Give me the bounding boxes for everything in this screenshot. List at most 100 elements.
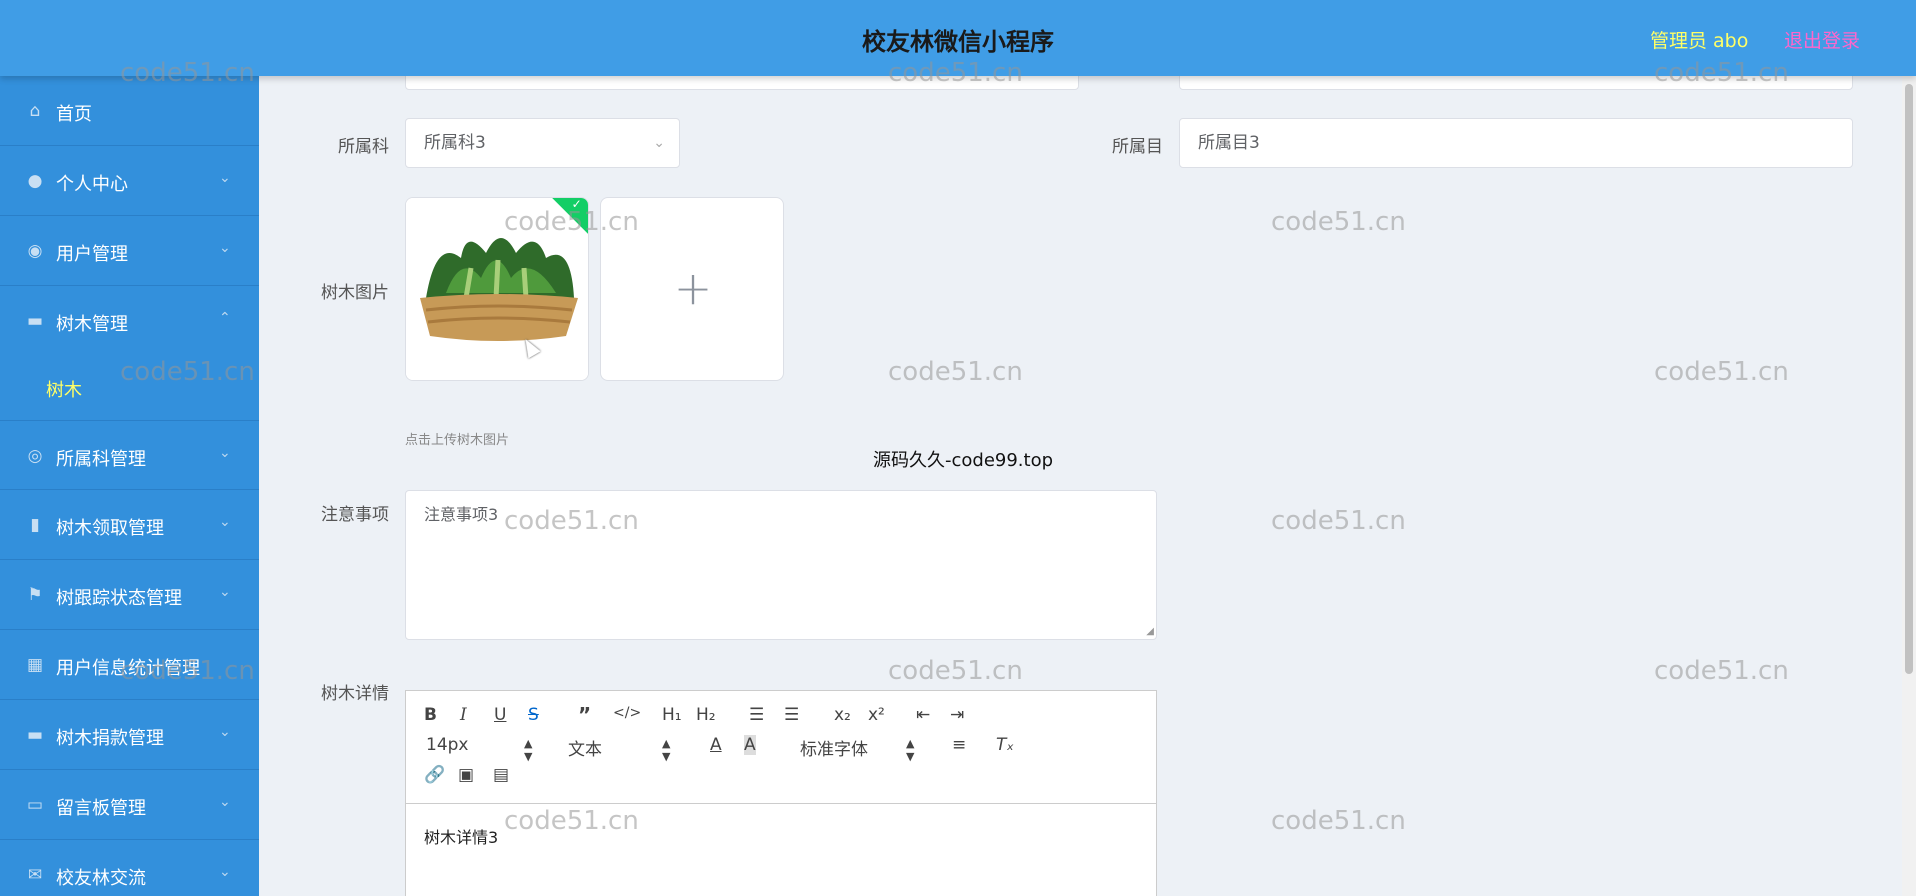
superscript-icon[interactable]: x²	[868, 705, 885, 725]
indent-icon[interactable]: ⇥	[950, 705, 964, 725]
check-icon: ✓	[571, 197, 582, 212]
select-caret-icon: ▲ ▼	[906, 737, 915, 763]
sidebar-item-label: 树木管理	[56, 314, 128, 335]
app-title: 校友林微信小程序	[862, 28, 1054, 56]
notes-textarea[interactable]: 注意事项3 ◢	[405, 490, 1157, 640]
tree-image	[406, 198, 588, 380]
page-scrollbar[interactable]	[1902, 76, 1916, 896]
order-input[interactable]: 所属目3	[1179, 118, 1853, 168]
sidebar-item-personal-center[interactable]: ● 个人中心 ⌄	[0, 146, 259, 216]
chevron-down-icon: ⌄	[219, 514, 231, 530]
sidebar-item-tree-tracking[interactable]: ⚑ 树跟踪状态管理 ⌄	[0, 560, 259, 630]
subscript-icon[interactable]: x₂	[834, 705, 851, 725]
family-select[interactable]: 所属科3 ⌄	[405, 118, 680, 168]
chevron-down-icon: ⌄	[219, 170, 231, 186]
monitor-icon: ▬	[26, 725, 44, 745]
sidebar-item-tree-manage[interactable]: ▬ 树木管理 ⌃	[0, 286, 259, 356]
blockquote-icon[interactable]: ”	[578, 703, 591, 727]
compass-icon: ◎	[27, 446, 43, 466]
form-panel: 所属科 所属科3 ⌄ 所属目 所属目3 树木图片 ✓ + 点击上传树木图片 注意…	[289, 56, 1865, 896]
upload-add-button[interactable]: +	[600, 197, 784, 381]
sidebar-item-label: 树木领取管理	[56, 518, 164, 539]
sidebar-item-label: 树跟踪状态管理	[56, 588, 182, 609]
link-icon[interactable]: 🔗	[424, 765, 445, 785]
video-icon[interactable]: ▤	[493, 765, 509, 785]
sidebar-item-label: 用户管理	[56, 244, 128, 265]
outdent-icon[interactable]: ⇤	[916, 705, 930, 725]
chat-icon: ▬	[26, 311, 44, 331]
chevron-down-icon: ⌄	[219, 724, 231, 740]
bar-chart-icon: ▮	[30, 515, 40, 535]
rich-text-editor: B I U S ” </> H₁ H₂ ☰ ☰ x₂ x² ⇤ ⇥ 14px ▲…	[405, 690, 1157, 896]
chevron-up-icon: ⌃	[219, 310, 231, 326]
editor-toolbar: B I U S ” </> H₁ H₂ ☰ ☰ x₂ x² ⇤ ⇥ 14px ▲…	[406, 691, 1156, 804]
sidebar-subitem-tree[interactable]: 树木	[0, 356, 259, 420]
sidebar-subitem-label: 树木	[46, 380, 82, 401]
sidebar-item-label: 校友林交流	[56, 868, 146, 889]
message-icon: ▭	[26, 795, 44, 815]
person-icon: ●	[27, 171, 43, 191]
sidebar-item-label: 个人中心	[56, 174, 128, 195]
scrollbar-thumb[interactable]	[1905, 84, 1913, 674]
bold-icon[interactable]: B	[424, 705, 437, 725]
image-label: 树木图片	[321, 283, 389, 303]
underline-icon[interactable]: U	[494, 705, 506, 725]
source-banner: 源码久久-code99.top	[873, 450, 1054, 471]
font-size-select[interactable]: 14px	[426, 735, 468, 755]
top-header: 校友林微信小程序 管理员 abo 退出登录	[0, 0, 1916, 76]
sidebar: ⌂ 首页 ● 个人中心 ⌄ ◉ 用户管理 ⌄ ▬ 树木管理 ⌃ 树木 ◎ 所属科…	[0, 76, 259, 896]
format-select[interactable]: 文本	[568, 735, 602, 760]
resize-handle-icon[interactable]: ◢	[1146, 626, 1154, 637]
chevron-down-icon: ⌄	[219, 794, 231, 810]
grid-icon: ▦	[26, 655, 44, 675]
sidebar-item-home[interactable]: ⌂ 首页	[0, 76, 259, 146]
sidebar-item-label: 所属科管理	[56, 449, 146, 470]
user-manage-icon: ◉	[27, 241, 43, 261]
align-icon[interactable]: ≡	[952, 735, 966, 755]
sidebar-item-label: 用户信息统计管理	[56, 658, 200, 679]
select-caret-icon: ▲ ▼	[662, 737, 671, 763]
sidebar-item-label: 留言板管理	[56, 798, 146, 819]
family-select-value: 所属科3	[424, 133, 486, 153]
chevron-down-icon: ⌄	[219, 240, 231, 256]
upload-hint: 点击上传树木图片	[405, 433, 510, 448]
clear-format-icon[interactable]: Tₓ	[996, 735, 1014, 755]
select-caret-icon: ▲ ▼	[524, 737, 533, 763]
header2-icon[interactable]: H₂	[696, 705, 716, 725]
font-color-icon[interactable]: A	[710, 735, 722, 755]
main-area: 所属科 所属科3 ⌄ 所属目 所属目3 树木图片 ✓ + 点击上传树木图片 注意…	[259, 56, 1916, 896]
chevron-down-icon: ⌄	[219, 584, 231, 600]
order-label: 所属目	[1112, 137, 1163, 157]
detail-label: 树木详情	[321, 684, 389, 704]
sidebar-item-alumni-exchange[interactable]: ✉ 校友林交流 ⌄	[0, 840, 259, 896]
sidebar-item-label: 树木捐款管理	[56, 728, 164, 749]
background-color-icon[interactable]: A	[744, 735, 756, 755]
strike-icon[interactable]: S	[528, 705, 539, 725]
sidebar-item-family-manage[interactable]: ◎ 所属科管理 ⌄	[0, 420, 259, 490]
sidebar-item-tree-claim[interactable]: ▮ 树木领取管理 ⌄	[0, 490, 259, 560]
header1-icon[interactable]: H₁	[662, 705, 682, 725]
chevron-down-icon: ⌄	[653, 135, 665, 151]
sidebar-item-label: 首页	[56, 104, 92, 125]
sidebar-item-donation[interactable]: ▬ 树木捐款管理 ⌄	[0, 700, 259, 770]
sidebar-item-message-board[interactable]: ▭ 留言板管理 ⌄	[0, 770, 259, 840]
image-icon[interactable]: ▣	[458, 765, 474, 785]
family-label: 所属科	[338, 137, 389, 157]
logout-link[interactable]: 退出登录	[1784, 26, 1860, 53]
notes-label: 注意事项	[321, 505, 389, 525]
notes-value: 注意事项3	[424, 505, 499, 524]
editor-content[interactable]: 树木详情3	[424, 824, 498, 848]
current-user: 管理员 abo	[1650, 30, 1749, 52]
flag-icon: ⚑	[27, 585, 43, 605]
bullet-list-icon[interactable]: ☰	[784, 705, 799, 725]
ordered-list-icon[interactable]: ☰	[749, 705, 764, 725]
sidebar-item-user-stats[interactable]: ▦ 用户信息统计管理	[0, 630, 259, 700]
order-input-value: 所属目3	[1198, 133, 1260, 153]
plus-icon: +	[673, 261, 713, 315]
code-block-icon[interactable]: </>	[613, 705, 641, 721]
italic-icon[interactable]: I	[460, 705, 467, 725]
uploaded-image-card[interactable]: ✓	[405, 197, 589, 381]
chevron-down-icon: ⌄	[219, 445, 231, 461]
sidebar-item-user-manage[interactable]: ◉ 用户管理 ⌄	[0, 216, 259, 286]
font-family-select[interactable]: 标准字体	[800, 735, 868, 760]
